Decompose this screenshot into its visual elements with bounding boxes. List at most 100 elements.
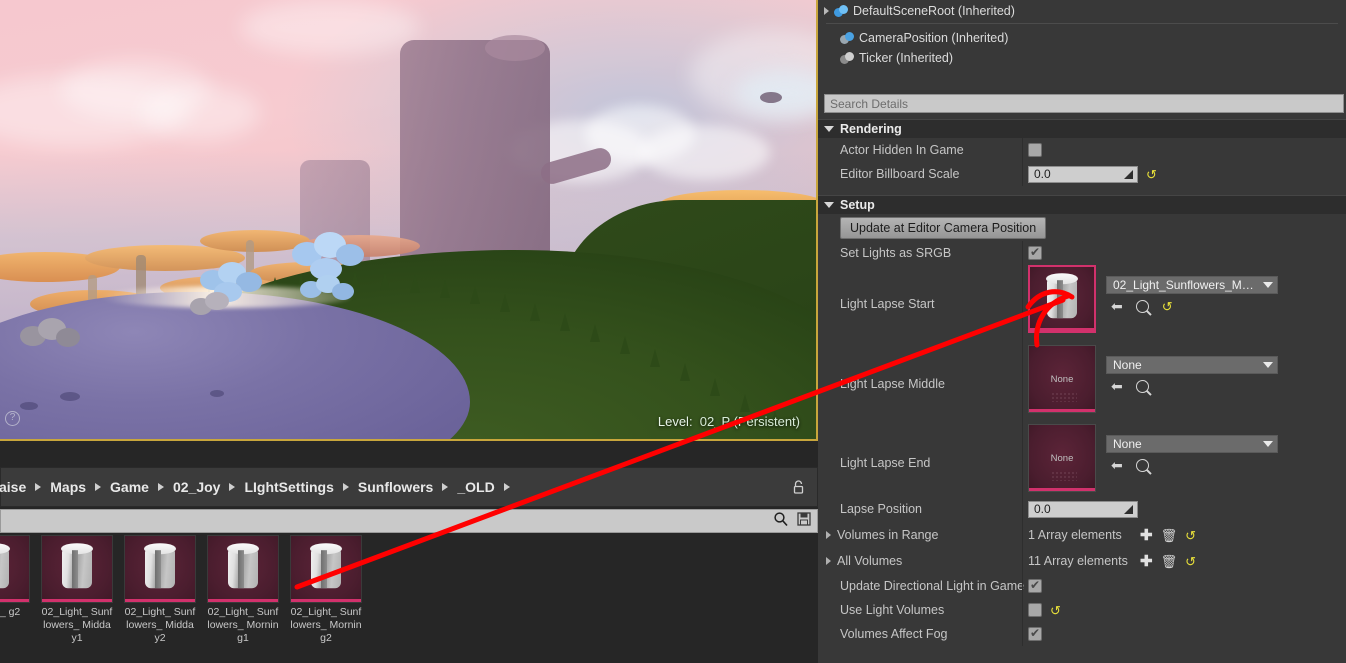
chevron-down-icon [1263,282,1273,288]
reset-icon[interactable]: ↺ [1050,604,1061,617]
chevron-right-icon[interactable] [824,7,829,15]
update-directional-light-checkbox[interactable] [1028,579,1042,593]
save-icon[interactable] [797,512,811,531]
update-at-editor-camera-position-button[interactable]: Update at Editor Camera Position [840,217,1046,239]
asset-search-input[interactable]: OLD [0,509,818,533]
property-label: Light Lapse Start [818,265,1022,311]
property-row-lapse-position: Lapse Position 0.0 [818,496,1346,522]
asset-type-bar [125,599,195,602]
asset-thumbnail[interactable] [41,535,113,603]
add-element-icon[interactable]: ✚ [1140,554,1153,569]
details-search-input[interactable]: Search Details [824,94,1344,113]
property-row-light-lapse-end: Light Lapse End None None ⬅ [818,424,1346,496]
thumbnail-none-label: None [1029,453,1095,464]
browse-to-asset-icon[interactable] [1136,459,1149,472]
scene-component-icon [840,32,854,44]
property-label: Editor Billboard Scale [818,167,1022,181]
combo-value: 02_Light_Sunflowers_Morning2 [1113,278,1259,292]
asset-tile[interactable]: 02_Light_ Sunflowers_ Midday2 [124,535,196,663]
reset-icon[interactable]: ↺ [1185,529,1196,542]
asset-tile[interactable]: 02_Light_ Sunflowers_ Midday1 [41,535,113,663]
browse-to-asset-icon[interactable] [1136,380,1149,393]
chevron-down-icon [824,126,834,132]
reset-icon[interactable]: ↺ [1146,168,1157,181]
breadcrumb-separator-icon [95,483,101,491]
actor-hidden-checkbox[interactable] [1028,143,1042,157]
set-lights-srgb-checkbox[interactable] [1028,246,1042,260]
add-element-icon[interactable]: ✚ [1140,528,1153,543]
property-label: Use Light Volumes [818,603,1022,617]
light-lapse-end-thumbnail[interactable]: None [1028,424,1096,492]
use-light-volumes-checkbox[interactable] [1028,603,1042,617]
breadcrumb-item[interactable]: _OLD [451,479,500,495]
lock-icon[interactable] [791,479,807,495]
breadcrumb-separator-icon [229,483,235,491]
property-label: Lapse Position [818,502,1022,516]
reset-icon[interactable]: ↺ [1162,300,1173,313]
asset-thumbnail[interactable] [207,535,279,603]
chevron-down-icon [824,202,834,208]
chevron-right-icon[interactable] [826,531,831,539]
property-label: Actor Hidden In Game [818,143,1022,157]
reset-icon[interactable]: ↺ [1185,555,1196,568]
use-selected-asset-icon[interactable]: ⬅ [1111,379,1123,393]
asset-thumbnail[interactable] [0,535,30,603]
property-row-volumes-in-range: Volumes in Range 1 Array elements ✚ 🗑 ↺ [818,522,1346,548]
lapse-position-input[interactable]: 0.0 [1028,501,1138,518]
grass-blade [410,275,420,293]
property-label-container[interactable]: All Volumes [818,554,1022,568]
breadcrumb-item[interactable]: 02_Joy [167,479,226,495]
cloud [140,85,260,140]
breadcrumb-item[interactable]: Game [104,479,155,495]
component-row-cameraposition[interactable]: CameraPosition (Inherited) [818,28,1346,48]
light-lapse-middle-combo[interactable]: None [1106,356,1278,374]
asset-thumbnail[interactable] [124,535,196,603]
breadcrumb-item[interactable]: Sunflowers [352,479,439,495]
asset-label: 02_Light_ Sunflowers_ Morning1 [207,606,279,645]
delete-icon[interactable]: 🗑 [1161,529,1178,542]
editor-billboard-scale-input[interactable]: 0.0 [1028,166,1138,183]
asset-tile[interactable]: nt_ ers_ g2 [0,535,30,663]
browse-to-asset-icon[interactable] [1136,300,1149,313]
category-title: Setup [840,198,875,212]
delete-icon[interactable]: 🗑 [1161,555,1178,568]
light-lapse-start-combo[interactable]: 02_Light_Sunflowers_Morning2 [1106,276,1278,294]
grass-blade [680,363,690,381]
grass-blade [470,286,480,304]
use-selected-asset-icon[interactable]: ⬅ [1111,299,1123,313]
component-row-defaultsceneroot[interactable]: DefaultSceneRoot (Inherited) [818,0,1346,22]
light-lapse-end-combo[interactable]: None [1106,435,1278,453]
asset-tile[interactable]: 02_Light_ Sunflowers_ Morning1 [207,535,279,663]
left-pane: ? Level: 02_P (Persistent) aise Maps Gam… [0,0,818,663]
light-volume-icon [311,548,341,588]
component-row-ticker[interactable]: Ticker (Inherited) [818,48,1346,68]
distant-object [760,92,782,103]
chevron-right-icon[interactable] [826,557,831,565]
divider [826,23,1338,24]
category-header-setup[interactable]: Setup [818,195,1346,214]
property-label-container[interactable]: Volumes in Range [818,528,1022,542]
search-icon[interactable] [773,511,789,532]
asset-label: 02_Light_ Sunflowers_ Midday2 [124,606,196,645]
asset-thumbnail[interactable] [290,535,362,603]
thumbnail-none-label: None [1029,374,1095,385]
grass-blade [710,378,720,396]
viewport-help-icon[interactable]: ? [5,411,20,426]
breadcrumb-item[interactable]: Maps [44,479,92,495]
category-header-rendering[interactable]: Rendering [818,119,1346,138]
asset-tile-morning2[interactable]: 02_Light_ Sunflowers_ Morning2 [290,535,362,663]
property-row-billboard-scale: Editor Billboard Scale 0.0 ↺ [818,162,1346,186]
combo-value: None [1113,437,1142,451]
use-selected-asset-icon[interactable]: ⬅ [1111,458,1123,472]
property-label: Set Lights as SRGB [818,246,1022,260]
chevron-down-icon [1263,362,1273,368]
lake-detail [20,402,38,410]
light-lapse-start-thumbnail[interactable] [1028,265,1096,333]
volumes-affect-fog-checkbox[interactable] [1028,627,1042,641]
level-viewport[interactable]: ? Level: 02_P (Persistent) [0,0,818,441]
breadcrumb-item[interactable]: LIghtSettings [238,479,339,495]
breadcrumb-item[interactable]: aise [0,479,32,495]
details-search-placeholder: Search Details [830,97,908,111]
properties-list: Rendering Actor Hidden In Game Editor Bi… [818,119,1346,663]
light-lapse-middle-thumbnail[interactable]: None [1028,345,1096,413]
